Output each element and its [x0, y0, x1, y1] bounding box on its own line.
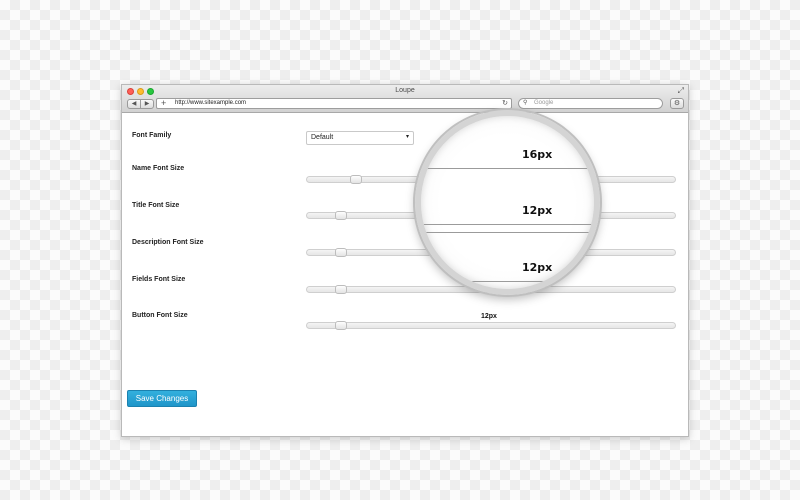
add-bookmark-icon[interactable]: + [161, 98, 166, 108]
title-bar: Loupe ⤢ ◀ ▶ + http://www.sitexample.com … [122, 85, 688, 113]
loupe-slider-track [421, 224, 594, 225]
button-font-size-value: 12px [481, 313, 497, 320]
slider-thumb[interactable] [335, 211, 348, 220]
description-font-size-label: Description Font Size [132, 239, 204, 246]
font-family-select[interactable]: Default ▾ [306, 131, 414, 145]
browser-window: Loupe ⤢ ◀ ▶ + http://www.sitexample.com … [121, 84, 689, 437]
loupe-value-name: 16px [522, 148, 553, 161]
slider-thumb[interactable] [335, 248, 348, 257]
fields-font-size-label: Fields Font Size [132, 276, 186, 283]
back-button[interactable]: ◀ [128, 100, 140, 108]
font-family-label: Font Family [132, 132, 172, 139]
button-font-size-slider[interactable] [306, 321, 676, 330]
loupe-value-title: 12px [522, 204, 553, 217]
slider-thumb[interactable] [335, 321, 348, 330]
chevron-down-icon: ▾ [405, 134, 409, 140]
loupe-slider-track [421, 281, 594, 282]
loupe-value-description: 12px [522, 261, 553, 274]
reload-icon[interactable]: ↻ [502, 99, 508, 107]
title-font-size-label: Title Font Size [132, 202, 180, 209]
search-placeholder: Google [534, 100, 554, 106]
address-bar[interactable]: + http://www.sitexample.com ↻ [156, 98, 512, 109]
search-field[interactable]: ⚲ Google [518, 98, 663, 109]
slider-thumb[interactable] [349, 175, 362, 184]
loupe-slider-track [421, 168, 594, 169]
button-font-size-label: Button Font Size [132, 312, 188, 319]
url-text[interactable]: http://www.sitexample.com [175, 100, 246, 106]
slider-thumb[interactable] [335, 285, 348, 294]
name-font-size-label: Name Font Size [132, 165, 185, 172]
settings-form: Font Family Default ▾ Name Font Size Tit… [122, 114, 688, 436]
save-changes-button[interactable]: Save Changes [127, 390, 197, 407]
nav-buttons: ◀ ▶ [127, 99, 154, 109]
magnifier-loupe: 16px 12px 12px [415, 110, 600, 295]
window-title: Loupe [395, 87, 415, 94]
fullscreen-icon[interactable]: ⤢ [678, 87, 684, 95]
search-icon: ⚲ [523, 100, 528, 106]
font-family-value: Default [311, 134, 334, 141]
loupe-slider-track [421, 232, 594, 233]
settings-gear-icon[interactable]: ⚙ [670, 98, 684, 109]
forward-button[interactable]: ▶ [140, 100, 153, 108]
